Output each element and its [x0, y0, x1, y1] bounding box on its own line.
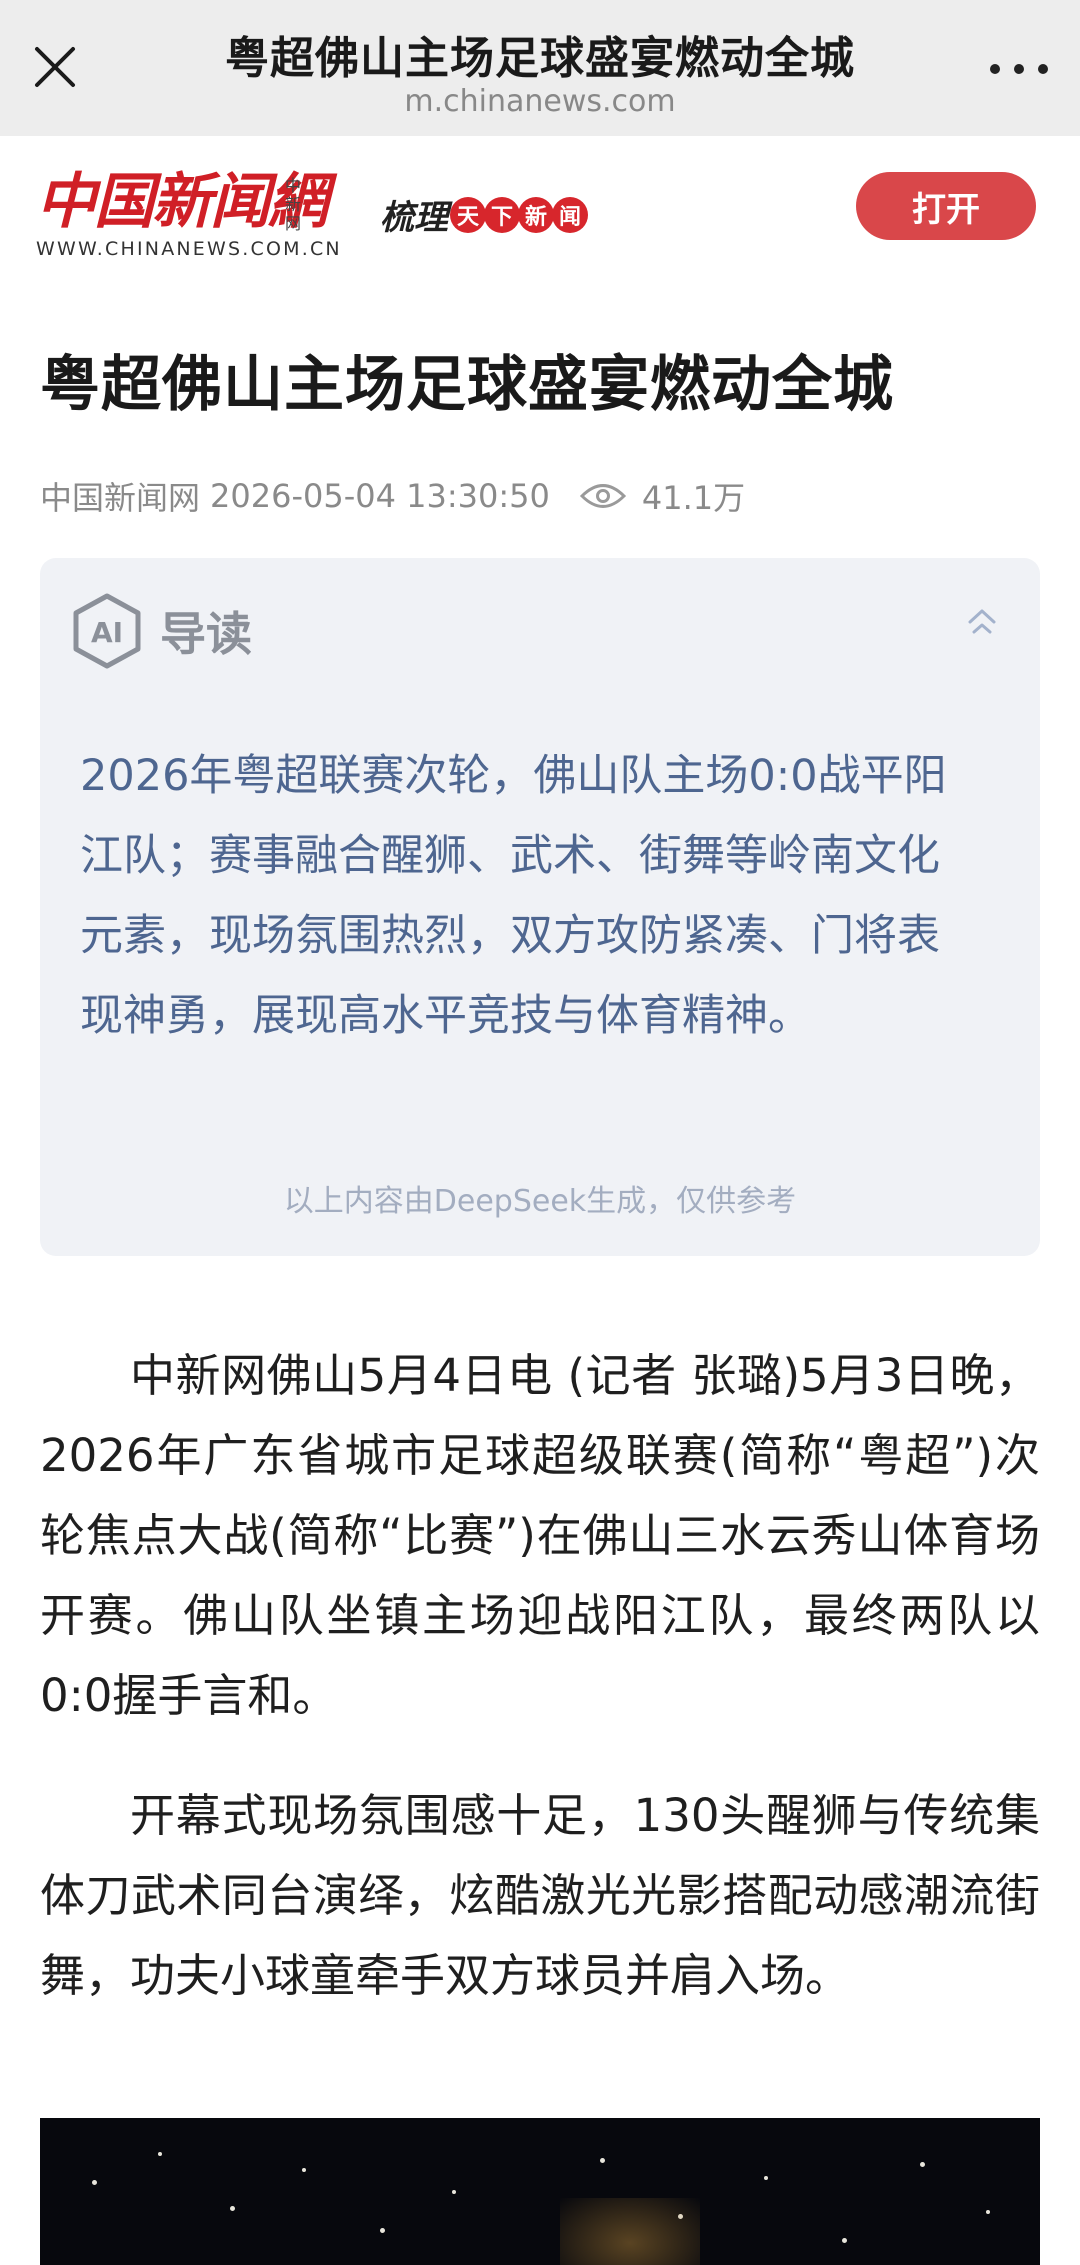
- page-domain: m.chinanews.com: [404, 84, 676, 119]
- chevron-up-icon: [968, 609, 996, 634]
- light-dot: [842, 2238, 847, 2243]
- site-header: 中国新闻網 WWW.CHINANEWS.COM.CN 中新网 梳理 天 下 新 …: [0, 136, 1080, 286]
- collapse-summary-button[interactable]: [960, 602, 1004, 642]
- article-paragraph: 开幕式现场氛围感十足，130头醒狮与传统集体刀武术同台演绎，炫酷激光光影搭配动感…: [40, 1789, 1040, 2002]
- ai-summary-body: 2026年粤超联赛次轮，佛山队主场0:0战平阳江队；赛事融合醒狮、武术、街舞等岭…: [80, 751, 947, 1041]
- slogan-seal: 天: [450, 196, 486, 233]
- light-dot: [92, 2180, 97, 2185]
- slogan-lead: 梳理: [380, 198, 448, 238]
- light-dot: [452, 2190, 456, 2194]
- logo-url: WWW.CHINANEWS.COM.CN: [36, 238, 342, 260]
- ai-hexagon-icon: AI: [73, 593, 141, 669]
- light-dot: [158, 2152, 162, 2156]
- article-datetime: 2026-05-04 13:30:50: [210, 477, 550, 515]
- svg-text:AI: AI: [91, 616, 123, 649]
- article-views: 41.1万: [641, 479, 746, 517]
- light-dot: [302, 2168, 306, 2172]
- close-button[interactable]: [26, 38, 84, 96]
- light-dot: [986, 2210, 990, 2214]
- close-icon: [35, 47, 75, 87]
- light-dot: [380, 2228, 385, 2233]
- slogan-seal: 下: [484, 196, 520, 233]
- site-slogan: 梳理 天 下 新 闻: [380, 190, 588, 239]
- light-dot: [600, 2158, 605, 2163]
- article-paragraph: 中新网佛山5月4日电 (记者 张璐)5月3日晚，2026年广东省城市足球超级联赛…: [40, 1349, 1040, 1722]
- stage-glow: [560, 2198, 700, 2265]
- light-dot: [764, 2176, 768, 2180]
- slogan-seal: 新: [518, 196, 554, 233]
- article-headline: 粤超佛山主场足球盛宴燃动全城: [40, 350, 894, 420]
- article-meta: 中国新闻网 2026-05-04 13:30:50 41.1万: [40, 474, 745, 518]
- page-title: 粤超佛山主场足球盛宴燃动全城: [225, 33, 855, 84]
- light-dot: [230, 2206, 235, 2211]
- ai-summary-card: AI 导读 2026年粤超联赛次轮，佛山队主场0:0战平阳江队；赛事融合醒狮、武…: [40, 558, 1040, 1256]
- more-dots-icon: [990, 64, 1000, 74]
- article-photo[interactable]: [40, 2118, 1040, 2265]
- eye-icon: [579, 481, 626, 511]
- more-options-button[interactable]: [982, 40, 1056, 98]
- logo-side-text: 中新网: [284, 176, 301, 233]
- ai-summary-disclaimer: 以上内容由DeepSeek生成，仅供参考: [283, 1184, 797, 1219]
- light-dot: [920, 2162, 925, 2167]
- article-source: 中国新闻网: [40, 479, 201, 517]
- ai-summary-header: AI 导读: [70, 592, 252, 670]
- slogan-seal: 闻: [552, 196, 588, 233]
- ai-summary-title: 导读: [160, 607, 252, 661]
- top-navigation-bar: 粤超佛山主场足球盛宴燃动全城 m.chinanews.com: [0, 0, 1080, 136]
- open-app-button[interactable]: 打开: [856, 172, 1036, 240]
